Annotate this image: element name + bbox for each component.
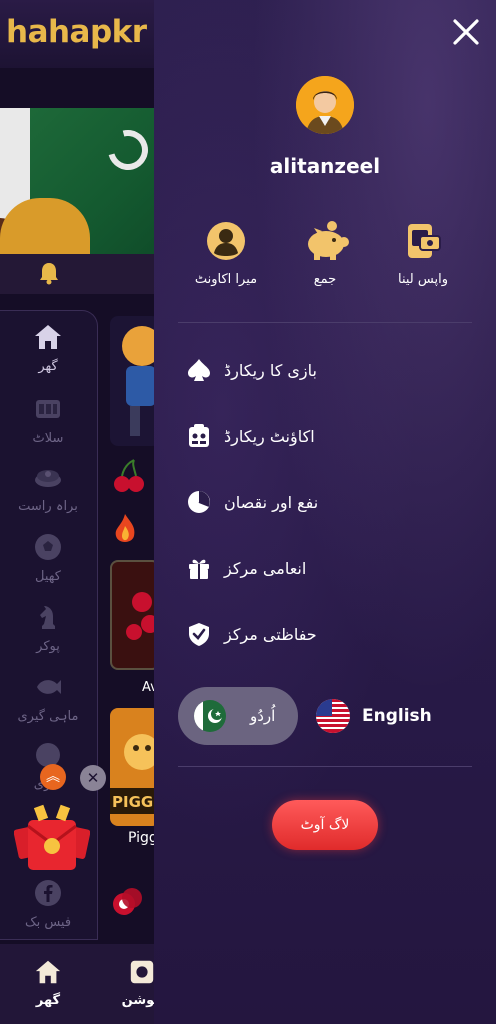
usa-flag-icon [316, 699, 350, 733]
svg-text:PIGG: PIGG [112, 793, 153, 811]
bell-icon [38, 261, 60, 291]
pakistan-flag-icon [194, 700, 226, 732]
account-record-icon [186, 423, 212, 449]
deposit-button[interactable]: جمع [270, 220, 380, 287]
close-icon [453, 19, 479, 45]
expand-up-icon[interactable]: ︽ [40, 764, 66, 790]
withdraw-label: واپس لینا [398, 272, 448, 287]
game-card-aviator[interactable] [110, 560, 160, 670]
shield-check-icon [186, 621, 212, 647]
withdraw-button[interactable]: واپس لینا [368, 220, 478, 287]
notice-bar[interactable] [0, 254, 160, 294]
gift-icon [186, 555, 212, 581]
menu-game-record[interactable]: بازی کا ریکارڈ [186, 352, 466, 388]
sidebar-item-slots[interactable]: سلاٹ [0, 394, 96, 446]
deposit-label: جمع [313, 272, 337, 287]
sidebar-item-poker[interactable]: پوکر [0, 602, 96, 654]
avatar[interactable] [296, 76, 354, 134]
account-drawer: alitanzeel میرا اکاونٹ جمع واپس لینا باز… [154, 0, 496, 1024]
menu-reward-center[interactable]: انعامی مرکز [186, 550, 466, 586]
withdraw-icon [402, 220, 444, 262]
promo-banner[interactable] [0, 108, 160, 274]
home-icon [0, 322, 96, 359]
pie-chart-icon [186, 489, 212, 515]
sidebar-item-label: گھر [38, 359, 58, 374]
menu-security-center[interactable]: حفاظتی مرکز [186, 616, 466, 652]
sidebar-item-fishing[interactable]: ماہی گیری [0, 672, 96, 724]
menu-label: انعامی مرکز [224, 558, 307, 578]
slot-machine-icon [0, 394, 96, 431]
account-icon [205, 220, 247, 262]
language-english-button[interactable]: English [316, 697, 432, 735]
my-account-label: میرا اکاونٹ [194, 272, 258, 287]
red-envelope-icon[interactable] [13, 800, 91, 876]
home-icon [24, 958, 72, 993]
language-label: English [362, 706, 432, 726]
menu-profit-loss[interactable]: نفع اور نقصان [186, 484, 466, 520]
app-logo: hahapkr [6, 14, 147, 50]
sidebar-item-facebook[interactable]: فیس بک [0, 878, 96, 930]
game-card[interactable] [110, 316, 160, 446]
my-account-button[interactable]: میرا اکاونٹ [171, 220, 281, 287]
menu-label: نفع اور نقصان [224, 492, 319, 512]
bottom-nav-home[interactable]: گھر [24, 958, 72, 1008]
soccer-ball-icon [0, 532, 96, 569]
logout-button[interactable]: لاگ آوٹ [272, 800, 378, 850]
fire-icon [110, 512, 160, 548]
close-drawer-button[interactable] [450, 16, 482, 48]
language-label: اُردُو [250, 707, 276, 725]
sidebar-item-label: پوکر [36, 639, 60, 654]
sidebar-item-sports[interactable]: کھیل [0, 532, 96, 584]
close-icon[interactable]: ✕ [80, 765, 106, 791]
game-card-piggy[interactable]: PIGG [110, 708, 160, 826]
divider [178, 766, 472, 767]
fish-icon [0, 672, 96, 709]
username: alitanzeel [269, 154, 381, 178]
piggy-bank-icon [304, 220, 349, 262]
sidebar-item-label: براہ راست [18, 499, 78, 514]
spade-icon [186, 357, 212, 383]
chess-knight-icon [0, 602, 96, 639]
roulette-icon [0, 462, 96, 499]
sidebar-item-label: فیس بک [24, 915, 72, 930]
language-urdu-button[interactable]: اُردُو [178, 687, 298, 745]
cherry-icon [110, 458, 160, 498]
sidebar-item-home[interactable]: گھر [0, 322, 96, 374]
sidebar-item-label: کھیل [35, 569, 61, 584]
sidebar-item-label: ماہی گیری [17, 709, 79, 724]
divider [178, 322, 472, 323]
chips-icon [110, 884, 144, 922]
menu-label: اکاؤنٹ ریکارڈ [224, 426, 315, 446]
sidebar-item-live[interactable]: براہ راست [0, 462, 96, 514]
bottom-nav-label: گھر [35, 993, 61, 1008]
sidebar-item-label: سلاٹ [32, 431, 64, 446]
menu-label: بازی کا ریکارڈ [224, 360, 317, 380]
menu-label: حفاظتی مرکز [224, 624, 317, 644]
facebook-icon [0, 878, 96, 915]
menu-account-record[interactable]: اکاؤنٹ ریکارڈ [186, 418, 466, 454]
